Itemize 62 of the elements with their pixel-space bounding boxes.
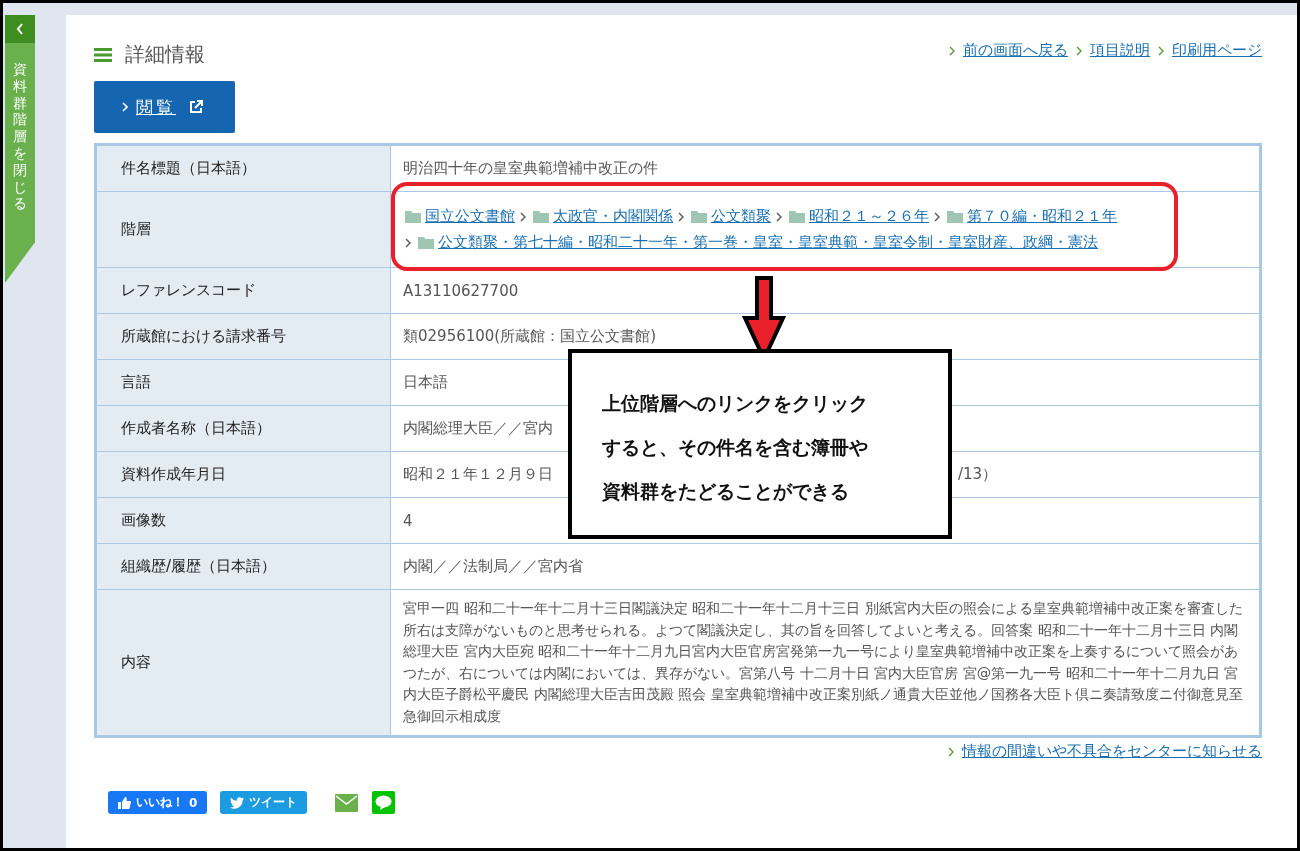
field-label: 言語: [97, 360, 391, 405]
chevron-icon: [122, 102, 128, 112]
thumbs-up-icon: [118, 796, 131, 809]
chevron-icon: [1158, 45, 1164, 56]
breadcrumb-link[interactable]: 公文類聚・第七十編・昭和二十一年・第一巻・皇室・皇室典範・皇室令制・皇室財産、政綱・憲法: [438, 233, 1098, 252]
chevron-icon: [948, 746, 954, 757]
content-text: 宮甲一四 昭和二十一年十二月十三日閣議決定 昭和二十一年十二月十三日 別紙宮内大臣の照会による皇室典範増補中改正案を審査した所右は支障がないものと思考せられる。よつて閣議決定し、其の旨を回答してよいと考える。回答案 昭和二十一年十二月十三日 内閣総理大臣 宮内大臣宛 昭和二十一年十二月九日宮内大臣官房宮発第一九一号により皇室典範増補中改正案を上奏するについて照会があつたが、右については内閣においては、異存がない。宮第八号 十二月十日 宮内大臣官房 宮@第一九一号 昭和二十一年十二月九日 宮内大臣子爵松平慶民 内閣総理大臣吉田茂殿 照会 皇室典範増補中改正案別紙ノ通貴大臣並他ノ国務各大臣ト倶ニ奏請致度ニ付御意見至急御回示相成度: [402, 599, 1244, 726]
chevron-left-icon: [16, 23, 24, 35]
tweet-button[interactable]: ツイート: [220, 791, 308, 814]
menu-icon: [94, 47, 112, 62]
collapse-button[interactable]: [5, 15, 35, 43]
field-value: 昭和２１年１２月９日: [403, 465, 553, 484]
field-label: 件名標題（日本語）: [97, 146, 391, 191]
speech-bubble-icon: [372, 791, 396, 814]
field-label: レファレンスコード: [97, 268, 391, 313]
breadcrumb-link[interactable]: 太政官・内閣関係: [553, 207, 673, 226]
chat-button[interactable]: [372, 791, 396, 814]
field-value: 類02956100(所蔵館：国立公文書館): [403, 327, 657, 346]
chevron-icon: [949, 45, 955, 56]
field-label: 内容: [97, 590, 391, 735]
field-label: 資料作成年月日: [97, 452, 391, 497]
page-title: 詳細情報: [125, 41, 205, 68]
header-link[interactable]: 項目説明: [1090, 41, 1150, 60]
folder-icon: [405, 210, 421, 223]
field-value: 明治四十年の皇室典範増補中改正の件: [403, 159, 658, 178]
chevron-icon: [934, 211, 940, 222]
field-label: 所蔵館における請求番号: [97, 314, 391, 359]
field-value: 内閣総理大臣／／宮内: [403, 419, 553, 438]
header-link[interactable]: 前の画面へ戻る: [963, 41, 1068, 60]
like-button[interactable]: いいね！ 0: [108, 791, 208, 814]
folder-icon: [418, 236, 434, 249]
sidebar-label: 資料群階層を閉じる: [13, 61, 27, 213]
breadcrumb-link[interactable]: 昭和２１～２６年: [809, 207, 929, 226]
envelope-icon: [335, 793, 359, 812]
field-value: 内閣／／法制局／／宮内省: [403, 557, 583, 576]
field-label: 階層: [97, 192, 391, 267]
callout-text: 上位階層へのリンクをクリックすると、その件名を含む簿冊や資料群をたどることができる: [602, 391, 869, 504]
folder-icon: [947, 210, 963, 223]
chevron-icon: [776, 211, 782, 222]
chevron-icon: [1076, 45, 1082, 56]
folder-icon: [691, 210, 707, 223]
field-value: /13）: [958, 465, 998, 484]
field-label: 画像数: [97, 498, 391, 543]
header-link[interactable]: 印刷用ページ: [1172, 41, 1262, 60]
breadcrumb-link[interactable]: 第７０編・昭和２１年: [967, 207, 1117, 226]
folder-icon: [533, 210, 549, 223]
chevron-icon: [405, 237, 411, 248]
field-value: 日本語: [403, 373, 448, 392]
mail-button[interactable]: [335, 793, 359, 812]
field-label: 作成者名称（日本語）: [97, 406, 391, 451]
bird-icon: [230, 796, 245, 809]
field-value: A13110627700: [403, 281, 519, 300]
report-link[interactable]: 情報の間違いや不具合をセンターに知らせる: [962, 742, 1262, 761]
chevron-icon: [520, 211, 526, 222]
field-value: 4: [403, 511, 413, 530]
breadcrumb-link[interactable]: 国立公文書館: [425, 207, 515, 226]
chevron-icon: [678, 211, 684, 222]
breadcrumb-link[interactable]: 公文類聚: [711, 207, 771, 226]
folder-icon: [789, 210, 805, 223]
field-label: 組織歴/履歴（日本語）: [97, 544, 391, 589]
view-button[interactable]: 閲覧: [94, 81, 235, 133]
external-link-icon: [188, 99, 204, 115]
